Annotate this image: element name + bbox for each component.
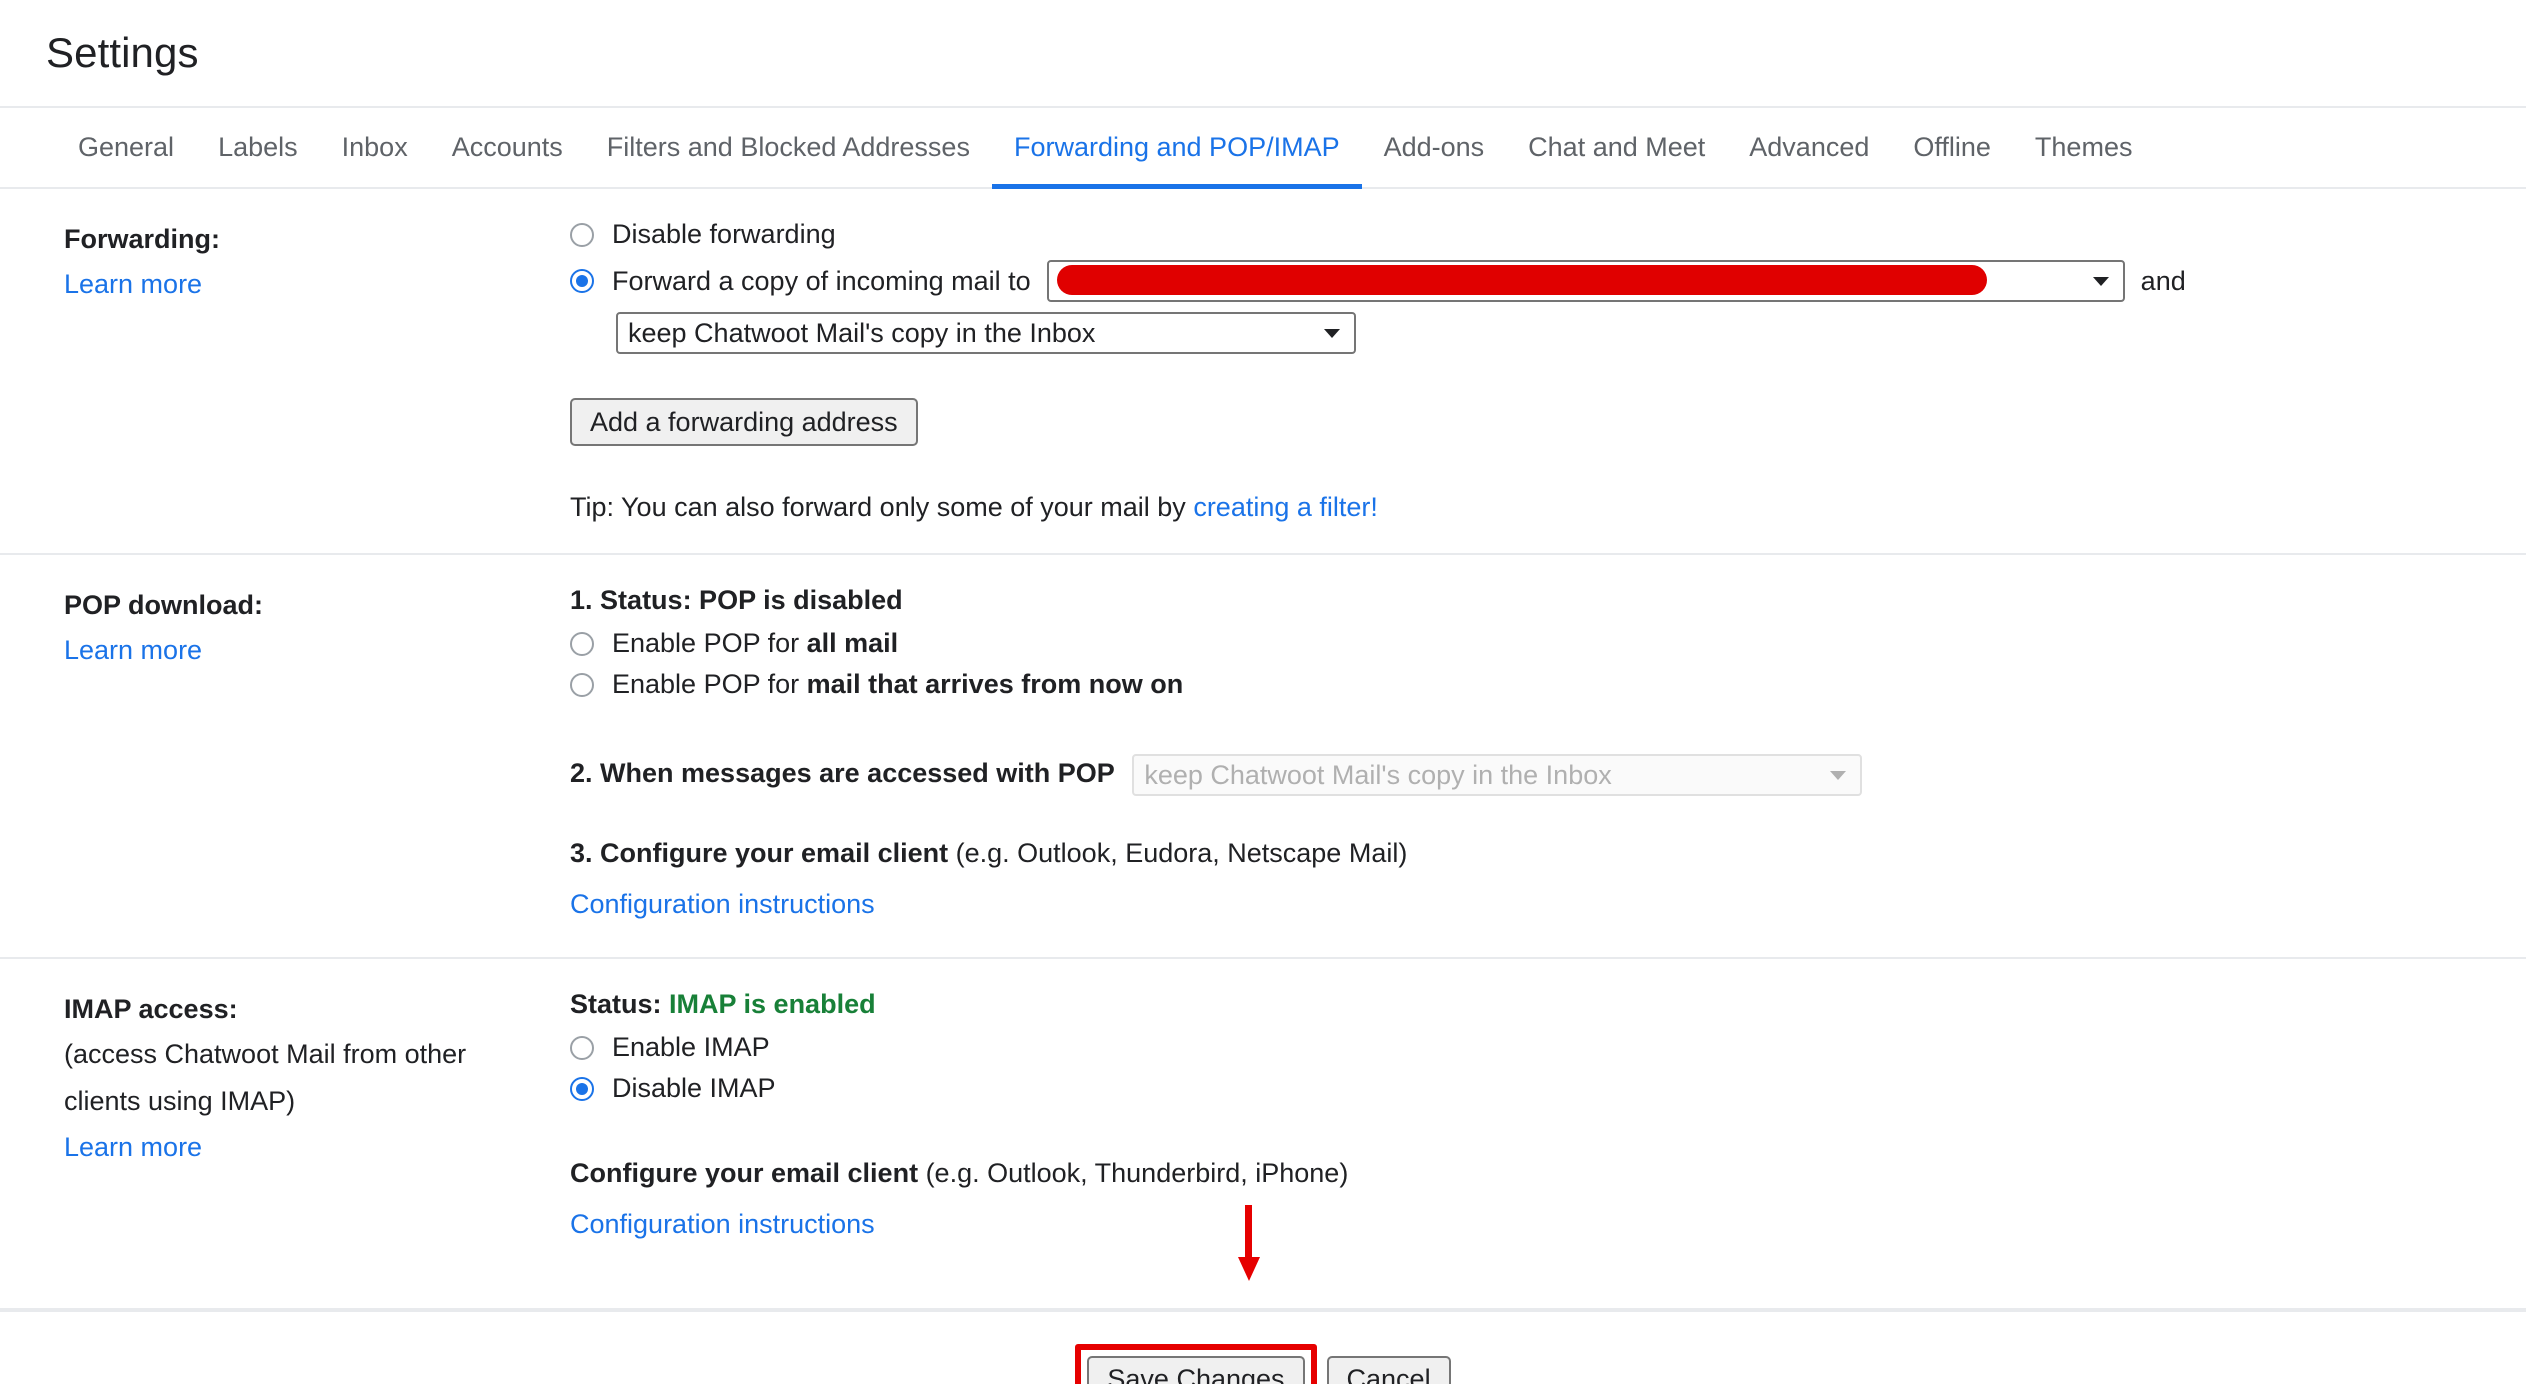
imap-label-column: IMAP access: (access Chatwoot Mail from … <box>0 959 570 1307</box>
pop-title: POP download: <box>64 590 264 620</box>
tab-filters-and-blocked-addresses[interactable]: Filters and Blocked Addresses <box>585 108 992 187</box>
pop-learn-more-link[interactable]: Learn more <box>64 627 202 673</box>
tab-accounts[interactable]: Accounts <box>430 108 585 187</box>
disable-forwarding-label: Disable forwarding <box>612 219 836 249</box>
enable-imap-label: Enable IMAP <box>612 1032 770 1063</box>
forwarding-learn-more-link[interactable]: Learn more <box>64 261 202 307</box>
imap-configure-client: Configure your email client (e.g. Outloo… <box>570 1158 2526 1189</box>
and-conjunction-label: and <box>2140 265 2186 296</box>
imap-note-line1: (access Chatwoot Mail from other <box>64 1039 467 1070</box>
disable-imap-label: Disable IMAP <box>612 1073 776 1104</box>
imap-status-prefix: Status: <box>570 989 670 1020</box>
page-header: Settings <box>0 0 2526 108</box>
tab-chat-and-meet[interactable]: Chat and Meet <box>1506 108 1727 187</box>
imap-body: Status: IMAP is enabled Enable IMAP Disa… <box>570 959 2526 1307</box>
imap-configure-bold: Configure your email client <box>570 1158 919 1189</box>
chevron-down-icon <box>1830 771 1847 780</box>
section-imap-access: IMAP access: (access Chatwoot Mail from … <box>0 959 2526 1310</box>
keep-copy-select[interactable]: keep Chatwoot Mail's copy in the Inbox <box>616 312 1356 354</box>
pop-all-mail-row[interactable]: Enable POP for all mail <box>570 628 2526 659</box>
redaction-overlay <box>1056 265 1987 295</box>
disable-forwarding-radio[interactable] <box>570 222 594 247</box>
pop-from-now-bold: mail that arrives from now on <box>806 669 1184 699</box>
pop-all-mail-prefix: Enable POP for <box>612 628 807 658</box>
pop-all-mail-radio[interactable] <box>570 631 594 656</box>
pop-status-number: 1. <box>570 585 593 615</box>
pop-step2: 2. When messages are accessed with POP k… <box>570 754 2526 796</box>
tab-labels[interactable]: Labels <box>196 108 320 187</box>
forwarding-body: Disable forwarding Forward a copy of inc… <box>570 189 2526 553</box>
pop-step3-rest: (e.g. Outlook, Eudora, Netscape Mail) <box>948 838 1408 868</box>
forward-copy-row[interactable]: Forward a copy of incoming mail to and <box>570 260 2526 302</box>
imap-configure-rest: (e.g. Outlook, Thunderbird, iPhone) <box>918 1158 1349 1189</box>
keep-copy-row: keep Chatwoot Mail's copy in the Inbox <box>616 312 2526 354</box>
pop-step3-number: 3. <box>570 838 593 868</box>
section-pop-download: POP download: Learn more 1. Status: POP … <box>0 555 2526 960</box>
pop-all-mail-label: Enable POP for all mail <box>612 628 898 659</box>
pop-from-now-label: Enable POP for mail that arrives from no… <box>612 669 1183 700</box>
save-button-highlight: Save Changes <box>1075 1343 1317 1384</box>
pop-access-value: keep Chatwoot Mail's copy in the Inbox <box>1144 759 1612 790</box>
pop-from-now-prefix: Enable POP for <box>612 669 807 699</box>
disable-imap-radio[interactable] <box>570 1076 594 1101</box>
imap-status-badge: IMAP is enabled <box>669 989 876 1020</box>
creating-a-filter-link[interactable]: creating a filter! <box>1193 494 1378 521</box>
tab-themes[interactable]: Themes <box>2013 108 2155 187</box>
tab-inbox[interactable]: Inbox <box>320 108 430 187</box>
disable-forwarding-row[interactable]: Disable forwarding <box>570 219 2526 250</box>
tab-advanced[interactable]: Advanced <box>1727 108 1891 187</box>
pop-step2-number: 2. <box>570 758 593 789</box>
forwarding-title: Forwarding: <box>64 224 220 254</box>
tab-forwarding-and-pop-imap[interactable]: Forwarding and POP/IMAP <box>991 108 1362 189</box>
forwarding-label-column: Forwarding: Learn more <box>0 189 570 553</box>
tab-offline[interactable]: Offline <box>1891 108 2013 187</box>
disable-imap-row[interactable]: Disable IMAP <box>570 1073 2526 1104</box>
imap-learn-more-link[interactable]: Learn more <box>64 1124 202 1170</box>
pop-access-select: keep Chatwoot Mail's copy in the Inbox <box>1132 754 1863 796</box>
pop-step3: 3. Configure your email client (e.g. Out… <box>570 838 2526 869</box>
pop-from-now-radio[interactable] <box>570 672 594 697</box>
enable-imap-radio[interactable] <box>570 1035 594 1060</box>
cancel-button[interactable]: Cancel <box>1326 1355 1451 1384</box>
pop-status-step: 1. Status: POP is disabled <box>570 585 2526 616</box>
pop-step2-text: When messages are accessed with POP <box>600 758 1115 789</box>
imap-status: Status: IMAP is enabled <box>570 989 2526 1020</box>
pop-status-label: Status: POP is disabled <box>600 585 903 615</box>
forwarding-tip: Tip: You can also forward only some of y… <box>570 492 2526 523</box>
chevron-down-icon <box>1324 329 1340 338</box>
settings-page: Settings General Labels Inbox Accounts Filte… <box>0 0 2526 1384</box>
pop-label-column: POP download: Learn more <box>0 555 570 957</box>
page-title: Settings <box>46 29 199 76</box>
imap-note-line2: clients using IMAP) <box>64 1085 296 1116</box>
pop-body: 1. Status: POP is disabled Enable POP fo… <box>570 555 2526 957</box>
imap-title: IMAP access: <box>64 994 238 1025</box>
enable-imap-row[interactable]: Enable IMAP <box>570 1032 2526 1063</box>
keep-copy-value: keep Chatwoot Mail's copy in the Inbox <box>628 317 1096 348</box>
forwarding-tip-text: Tip: You can also forward only some of y… <box>570 492 1194 522</box>
pop-configuration-instructions-link[interactable]: Configuration instructions <box>570 881 875 927</box>
forwarding-address-select[interactable] <box>1046 260 2125 302</box>
pop-all-mail-bold: all mail <box>806 628 899 658</box>
tab-add-ons[interactable]: Add-ons <box>1362 108 1507 187</box>
form-footer: Save Changes Cancel <box>0 1309 2526 1384</box>
pop-step3-bold: Configure your email client <box>600 838 949 868</box>
save-changes-button[interactable]: Save Changes <box>1087 1355 1305 1384</box>
imap-configuration-instructions-link[interactable]: Configuration instructions <box>570 1201 875 1247</box>
forward-copy-label: Forward a copy of incoming mail to <box>612 265 1031 296</box>
forward-copy-radio[interactable] <box>570 269 594 293</box>
tab-general[interactable]: General <box>56 108 196 187</box>
add-forwarding-address-button[interactable]: Add a forwarding address <box>570 398 918 446</box>
chevron-down-icon <box>2092 277 2109 286</box>
settings-tab-bar: General Labels Inbox Accounts Filters and Bl… <box>0 108 2526 189</box>
section-forwarding: Forwarding: Learn more Disable forwardin… <box>0 189 2526 555</box>
pop-from-now-row[interactable]: Enable POP for mail that arrives from no… <box>570 669 2526 700</box>
